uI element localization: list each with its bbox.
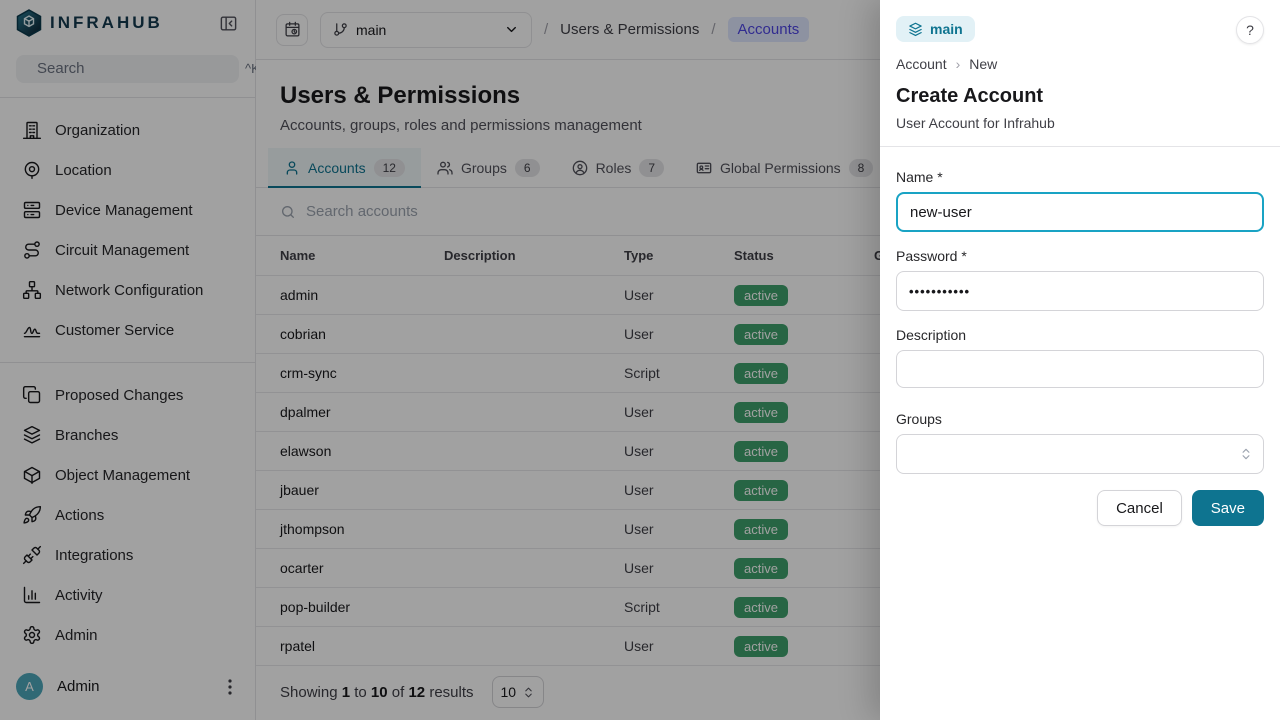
password-field[interactable] (896, 271, 1264, 311)
drawer-header: main ? Account › New Create Account User… (880, 0, 1280, 131)
drawer-breadcrumb: Account › New (896, 56, 1264, 72)
help-button[interactable]: ? (1236, 16, 1264, 44)
name-label: Name * (896, 169, 1264, 185)
description-label: Description (896, 327, 1264, 343)
groups-field-group: Groups (896, 411, 1264, 474)
branch-badge-label: main (930, 21, 963, 37)
app-root: INFRAHUB ^K Organization Location Device… (0, 0, 1280, 720)
name-field[interactable] (896, 192, 1264, 232)
description-field[interactable] (896, 350, 1264, 388)
cancel-button[interactable]: Cancel (1097, 490, 1182, 526)
question-mark-icon: ? (1246, 22, 1254, 38)
form-actions: Cancel Save (896, 490, 1264, 526)
description-field-group: Description (896, 327, 1264, 393)
create-account-form: Name * Password * Description Groups Can… (880, 147, 1280, 548)
modal-overlay[interactable] (0, 0, 880, 720)
name-field-group: Name * (896, 169, 1264, 232)
groups-select[interactable] (896, 434, 1264, 474)
layers-icon (908, 22, 923, 37)
drawer-breadcrumb-current: New (969, 56, 997, 72)
chevrons-up-down-icon (1239, 447, 1253, 461)
drawer-breadcrumb-parent[interactable]: Account (896, 56, 947, 72)
create-account-drawer: main ? Account › New Create Account User… (880, 0, 1280, 720)
branch-badge[interactable]: main (896, 16, 975, 42)
drawer-title: Create Account (896, 85, 1264, 108)
password-label: Password * (896, 248, 1264, 264)
groups-label: Groups (896, 411, 1264, 427)
drawer-subtitle: User Account for Infrahub (896, 115, 1264, 131)
password-field-group: Password * (896, 248, 1264, 311)
save-button[interactable]: Save (1192, 490, 1264, 526)
chevron-right-icon: › (956, 56, 961, 72)
